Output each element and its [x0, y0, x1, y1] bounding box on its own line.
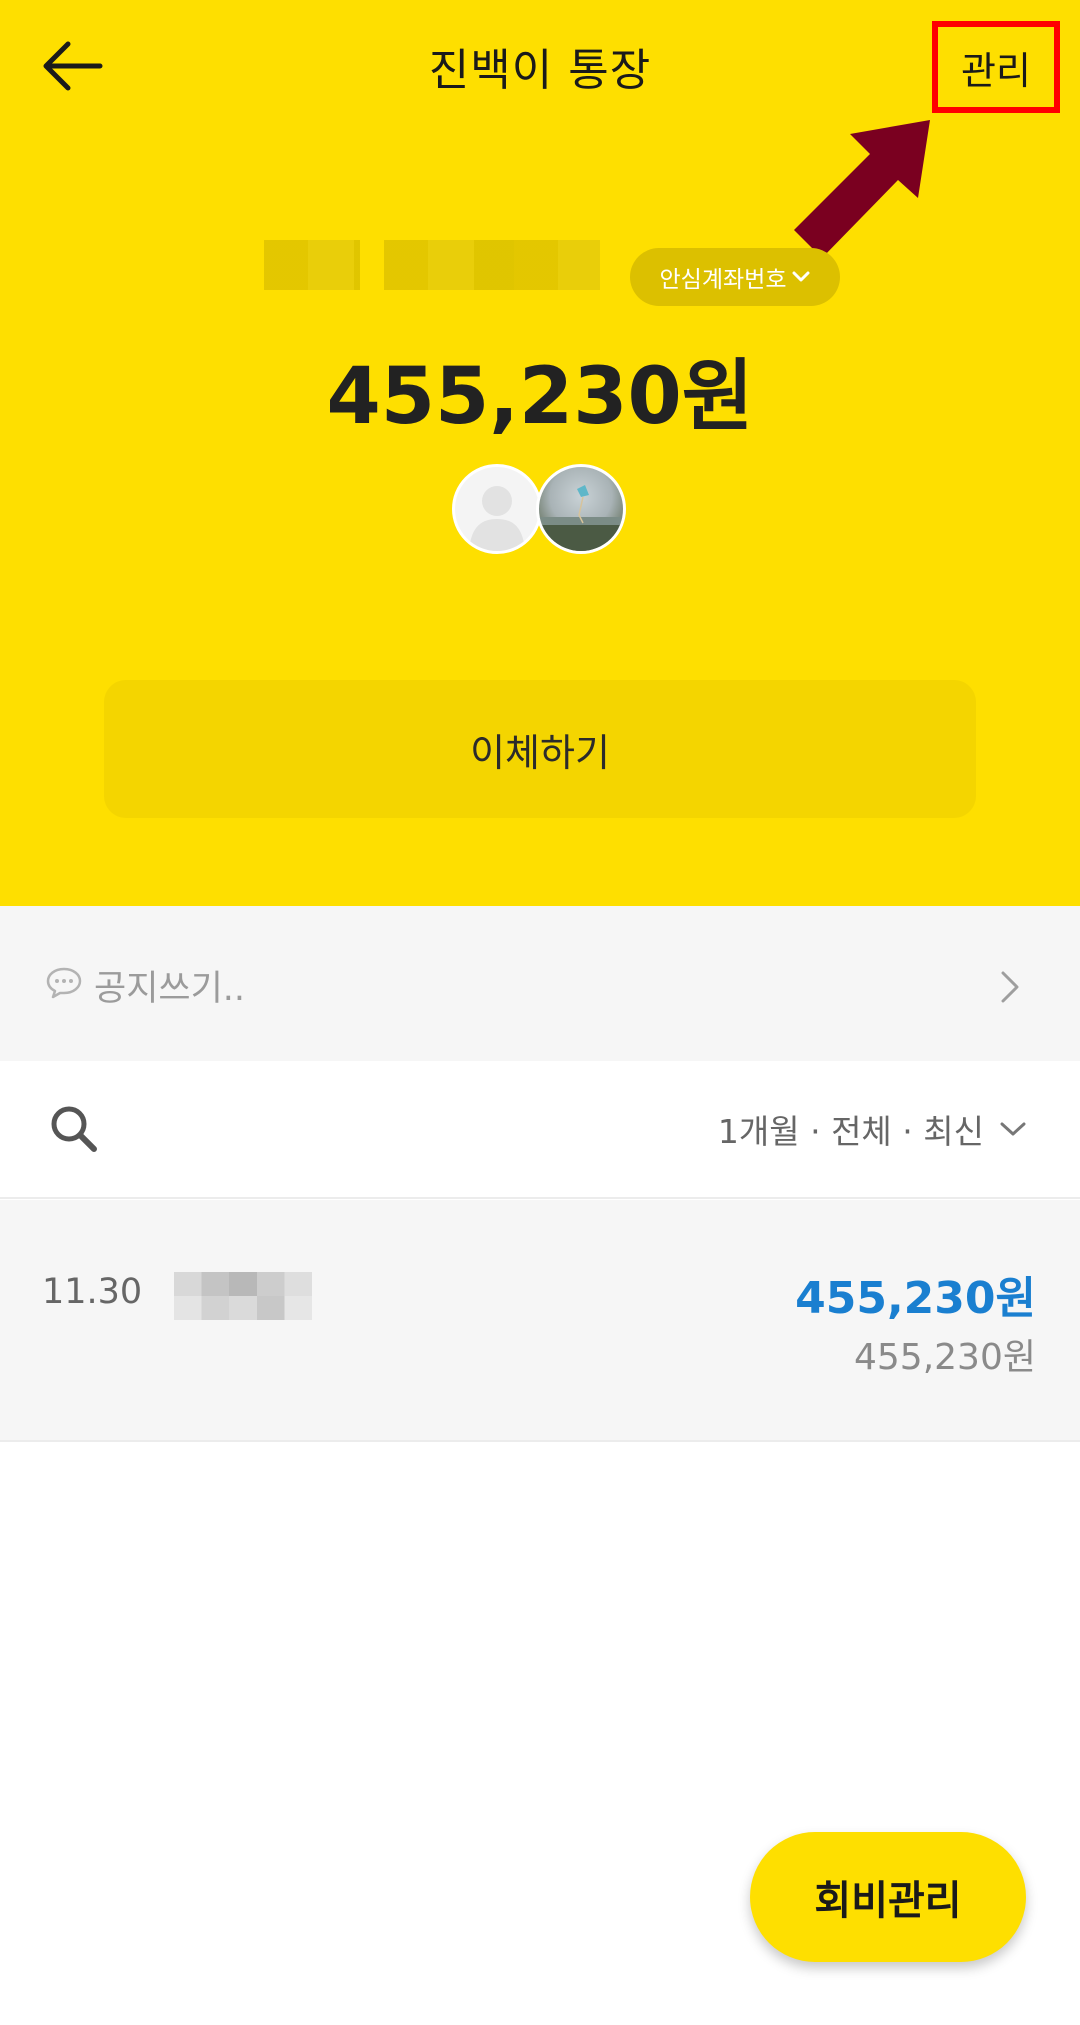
notice-write-row[interactable]: 공지쓰기.. — [0, 906, 1080, 1061]
kite-photo-icon — [539, 485, 623, 551]
chevron-right-icon — [1001, 971, 1019, 1003]
avatar[interactable] — [452, 464, 542, 554]
account-number-redacted — [384, 240, 600, 290]
chevron-down-icon — [792, 271, 810, 282]
dues-management-button[interactable]: 회비관리 — [750, 1832, 1026, 1962]
transaction-row[interactable]: 11.30 455,230원 455,230원 — [0, 1200, 1080, 1442]
filter-label: 1개월 · 전체 · 최신 — [717, 1112, 984, 1151]
account-number-redacted — [264, 240, 360, 290]
transaction-name-redacted — [174, 1272, 312, 1320]
search-button[interactable] — [46, 1101, 102, 1157]
notice-placeholder: 공지쓰기.. — [94, 969, 246, 1009]
page-title: 진백이 통장 — [428, 45, 652, 96]
avatar[interactable] — [536, 464, 626, 554]
period-filter-dropdown[interactable]: 1개월 · 전체 · 최신 — [718, 1105, 1026, 1153]
transaction-date: 11.30 — [42, 1272, 143, 1312]
transaction-amount: 455,230원 — [795, 1273, 1036, 1324]
transfer-button[interactable]: 이체하기 — [104, 680, 976, 818]
safe-account-label: 안심계좌번호 — [659, 267, 787, 293]
filter-bar: 1개월 · 전체 · 최신 — [0, 1061, 1080, 1199]
chat-bubble-icon — [46, 967, 82, 999]
chevron-down-icon — [1000, 1122, 1026, 1136]
account-balance: 455,230원 — [326, 352, 754, 442]
safe-account-number-button[interactable]: 안심계좌번호 — [630, 248, 840, 306]
transaction-balance-after: 455,230원 — [854, 1337, 1036, 1378]
default-person-icon — [469, 486, 525, 551]
manage-button[interactable]: 관리 — [932, 21, 1060, 113]
search-icon — [51, 1106, 97, 1152]
